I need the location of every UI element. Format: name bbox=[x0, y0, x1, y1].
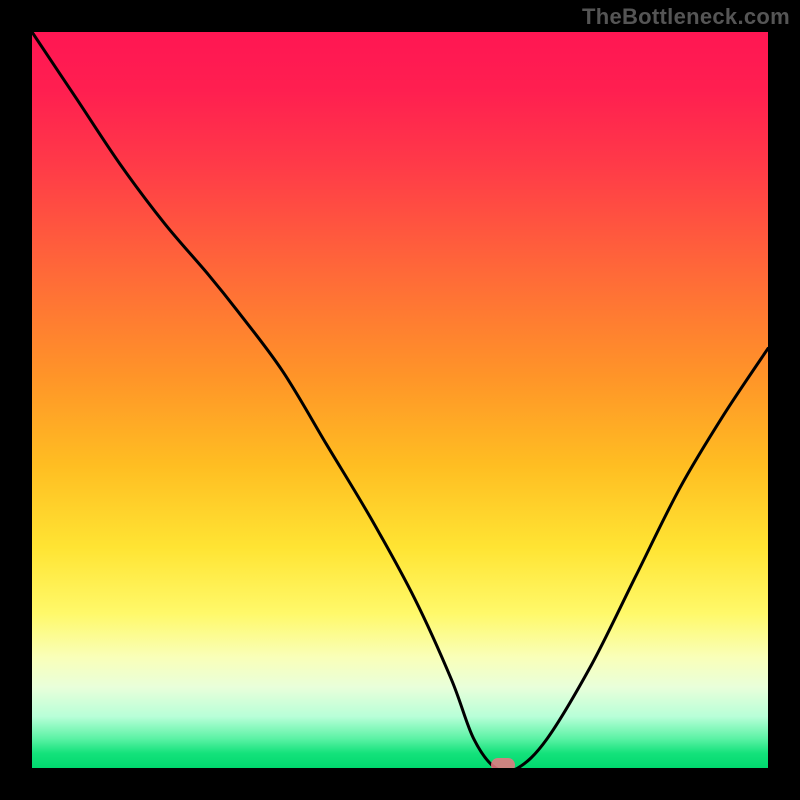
bottleneck-curve bbox=[32, 32, 768, 768]
plot-area bbox=[32, 32, 768, 768]
chart-frame: TheBottleneck.com bbox=[0, 0, 800, 800]
watermark-text: TheBottleneck.com bbox=[582, 4, 790, 30]
optimal-point-marker bbox=[491, 758, 515, 768]
